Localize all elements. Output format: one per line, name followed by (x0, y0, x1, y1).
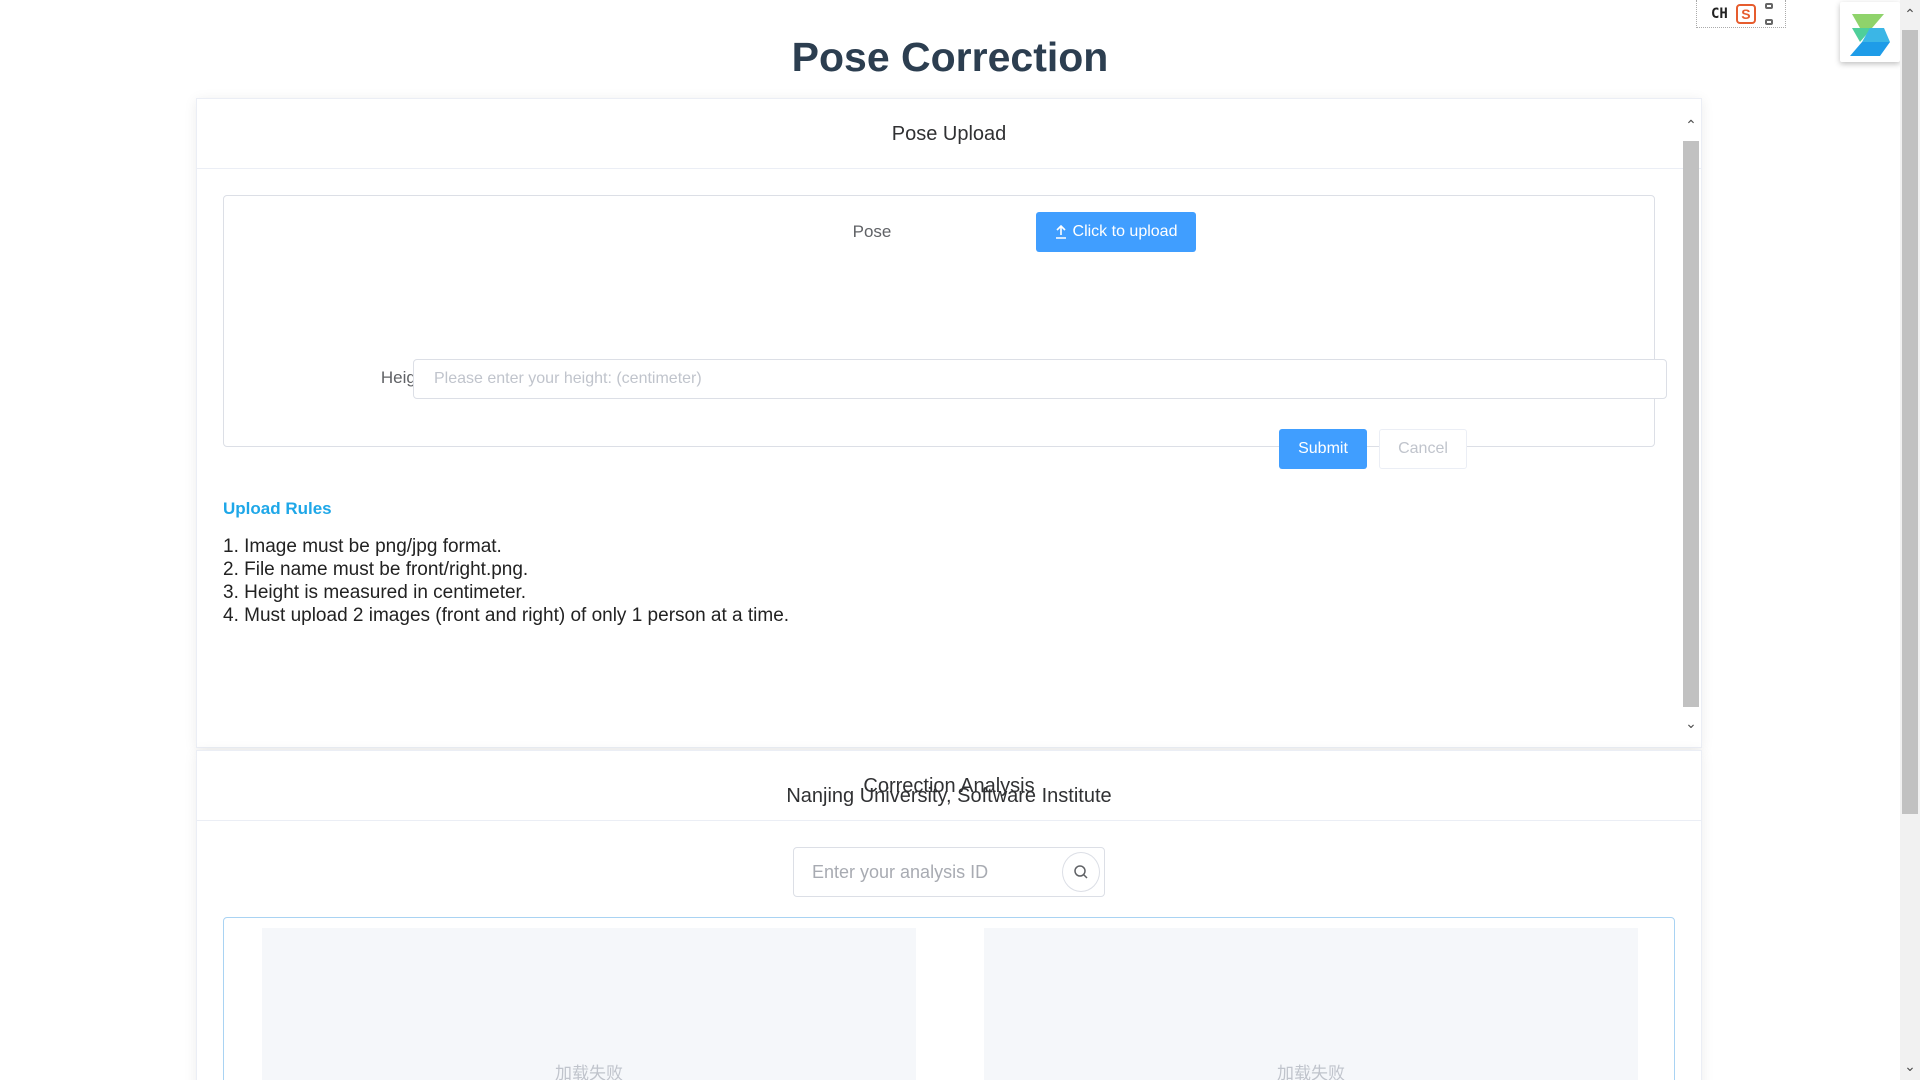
rule-item: 3. Height is measured in centimeter. (223, 582, 527, 603)
upload-rules-list: 1. Image must be png/jpg format. 2. File… (223, 535, 789, 627)
rule-item: 4. Must upload 2 images (front and right… (223, 605, 790, 626)
correction-analysis-header: Correction Analysis Nanjing University, … (197, 751, 1701, 821)
card-scroll-thumb[interactable] (1683, 141, 1699, 707)
submit-button[interactable]: Submit (1279, 429, 1367, 469)
floating-app-widget[interactable] (1840, 2, 1900, 62)
card-scroll-down-icon[interactable]: ⌄ (1683, 713, 1699, 733)
search-icon (1074, 865, 1088, 879)
ime-toolbar[interactable]: CH S (1696, 0, 1786, 28)
pose-form-box: Pose Click to upload Height (223, 195, 1667, 447)
front-image-placeholder: 加载失败 (262, 928, 916, 1080)
card-scroll-up-icon[interactable]: ⌃ (1683, 115, 1699, 135)
height-input[interactable] (413, 359, 1667, 399)
analysis-search (793, 847, 1105, 897)
ime-logo-icon[interactable]: S (1735, 3, 1756, 24)
pose-label: Pose (852, 222, 892, 241)
analysis-id-input[interactable] (794, 848, 1062, 896)
analysis-result-box: 加载失败 加载失败 (223, 917, 1675, 1080)
cancel-button[interactable]: Cancel (1379, 429, 1467, 469)
pose-upload-header: Pose Upload (197, 99, 1701, 169)
window-scrollbar[interactable]: ⌃ ⌄ (1900, 0, 1920, 1080)
ime-language-indicator[interactable]: CH (1711, 6, 1728, 22)
upload-button[interactable]: Click to upload (1036, 212, 1196, 252)
image-load-failed-text: 加载失败 (555, 1064, 623, 1080)
card-scrollbar[interactable]: ⌃ ⌄ (1681, 115, 1701, 735)
rule-item: 2. File name must be front/right.png. (223, 559, 529, 580)
ime-menu-icon[interactable] (1764, 2, 1774, 25)
rule-item: 1. Image must be png/jpg format. (223, 536, 502, 557)
image-load-failed-text: 加载失败 (1277, 1064, 1345, 1080)
upload-rules-title: Upload Rules (223, 499, 332, 518)
window-scroll-thumb[interactable] (1902, 30, 1918, 814)
page: Pose Correction CH S ⌃ ⌄ Pose Upload ⌃ ⌄… (0, 0, 1920, 1080)
footer-credit: Nanjing University, Software Institute (786, 785, 1112, 807)
scroll-up-arrow-icon[interactable]: ⌃ (1902, 4, 1918, 24)
right-image-placeholder: 加载失败 (984, 928, 1638, 1080)
app-logo-icon (1850, 14, 1890, 56)
scroll-down-arrow-icon[interactable]: ⌄ (1902, 1056, 1918, 1076)
pose-upload-card: Pose Upload ⌃ ⌄ Pose Click to upload Hei… (196, 98, 1702, 748)
search-button[interactable] (1062, 852, 1100, 892)
upload-button-label: Click to upload (1072, 223, 1178, 240)
page-title: Pose Correction (791, 34, 1109, 80)
correction-analysis-card: Correction Analysis Nanjing University, … (196, 750, 1702, 1080)
upload-icon (1055, 225, 1066, 239)
